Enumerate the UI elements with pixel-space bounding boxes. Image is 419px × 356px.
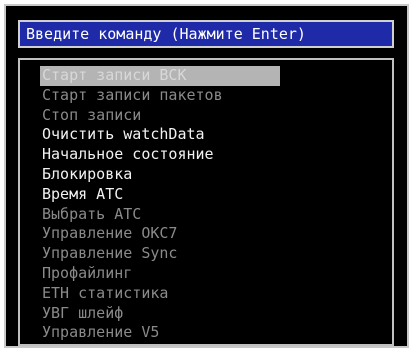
menu-item[interactable]: Время АТС bbox=[40, 185, 280, 205]
menu-item: Стоп записи bbox=[42, 105, 142, 124]
menu-item[interactable]: Очистить watchData bbox=[40, 125, 280, 145]
menu-item: УВГ шлейф bbox=[42, 303, 124, 322]
menu-item: ETH статистика bbox=[42, 283, 169, 302]
command-dialog: Введите команду (Нажмите Enter) Старт за… bbox=[4, 4, 409, 348]
menu-item: Старт записи пакетов bbox=[42, 85, 223, 104]
menu-item[interactable]: Блокировка bbox=[40, 165, 280, 185]
menu-item[interactable]: Старт записи ВСК bbox=[40, 66, 280, 86]
menu-item: Выбрать АТС bbox=[42, 204, 142, 223]
menu-list: Старт записи ВСК Старт записи пакетов Стоп… bbox=[40, 66, 280, 343]
dialog-title: Введите команду (Нажмите Enter) bbox=[18, 20, 394, 48]
menu-item: Профайлинг bbox=[42, 263, 133, 282]
menu-item[interactable]: Начальное состояние bbox=[40, 145, 280, 165]
menu-item: Управление V5 bbox=[42, 323, 160, 342]
menu-item: Управление ОКС7 bbox=[42, 224, 178, 243]
command-menu: Старт записи ВСК Старт записи пакетов Стоп… bbox=[18, 58, 394, 346]
menu-item: Управление Sync bbox=[42, 244, 178, 263]
